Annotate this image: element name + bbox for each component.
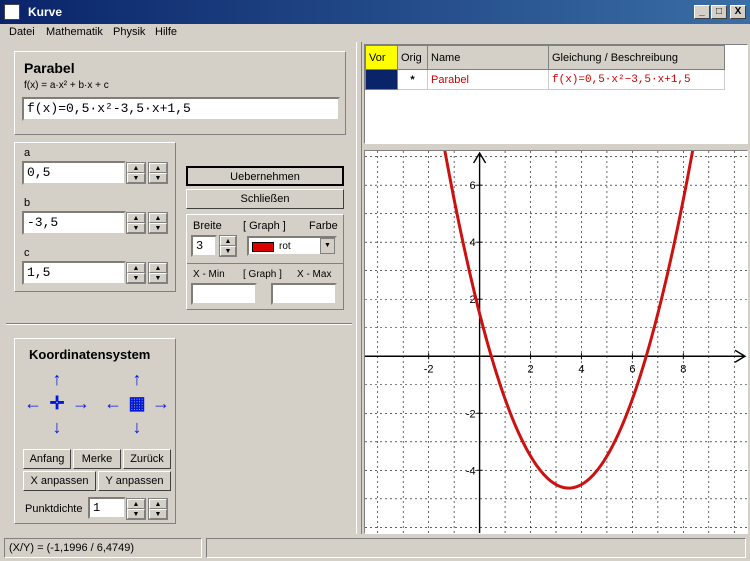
splitter[interactable]	[356, 42, 362, 534]
minimize-button[interactable]: _	[694, 5, 710, 19]
move-right-icon[interactable]: →	[71, 393, 91, 413]
param-b-spinner[interactable]: ▲ ▼	[126, 212, 146, 234]
x-fit-button[interactable]: X anpassen	[23, 471, 96, 491]
menu-mathematik[interactable]: Mathematik	[46, 26, 103, 38]
xmax-label: X - Max	[297, 269, 332, 280]
param-c-label: c	[24, 247, 30, 259]
cell-equation: f(x)=0,5·x²−3,5·x+1,5	[548, 69, 725, 90]
close-panel-button[interactable]: Schließen	[186, 189, 344, 209]
width-field[interactable]: 3	[191, 235, 217, 257]
status-coords: (X/Y) = (-1,1996 / 6,4749)	[9, 542, 135, 554]
color-value: rot	[279, 241, 291, 252]
param-c-spinner-2[interactable]: ▲ ▼	[148, 262, 168, 284]
width-spinner[interactable]: ▲ ▼	[219, 235, 237, 257]
color-label: Farbe	[309, 220, 338, 232]
zoom-left-icon[interactable]: ←	[103, 393, 123, 413]
move-left-icon[interactable]: ←	[23, 393, 43, 413]
menu-physik[interactable]: Physik	[113, 26, 145, 38]
x-tick-label: 4	[578, 363, 584, 375]
y-tick-label: 6	[469, 180, 475, 192]
cell-orig: *	[397, 69, 428, 90]
formula-hint: f(x) = a·x² + b·x + c	[24, 80, 109, 91]
y-fit-button[interactable]: Y anpassen	[98, 471, 171, 491]
xmax-field[interactable]	[271, 283, 337, 305]
menu-hilfe[interactable]: Hilfe	[155, 26, 177, 38]
width-label: Breite	[193, 220, 222, 232]
xmin-label: X - Min	[193, 269, 225, 280]
y-tick-label: 4	[469, 237, 475, 249]
param-c-spinner[interactable]: ▲ ▼	[126, 262, 146, 284]
graph-options-panel: Breite [ Graph ] Farbe 3 ▲ ▼ rot ▼ X - Mi…	[186, 214, 344, 310]
col-equation[interactable]: Gleichung / Beschreibung	[548, 45, 725, 70]
col-orig[interactable]: Orig	[397, 45, 428, 70]
menu-bar: Datei Mathematik Physik Hilfe	[0, 24, 750, 42]
cell-vor	[365, 69, 398, 90]
zoom-right-icon[interactable]: →	[151, 393, 171, 413]
function-table: Vor Orig Name Gleichung / Beschreibung *…	[364, 44, 748, 144]
density-spinner-2[interactable]: ▲ ▼	[148, 498, 168, 520]
cell-name: Parabel	[427, 69, 549, 90]
param-a-spinner[interactable]: ▲ ▼	[126, 162, 146, 184]
series-line-parabel	[438, 123, 699, 490]
x-tick-label: 8	[680, 363, 686, 375]
graph-label: [ Graph ]	[243, 220, 286, 232]
maximize-button[interactable]: □	[711, 5, 727, 19]
close-button[interactable]: X	[730, 5, 746, 19]
function-panel: Parabel f(x) = a·x² + b·x + c f(x)=0,5·x…	[14, 51, 346, 135]
dropdown-arrow-icon[interactable]: ▼	[320, 238, 335, 254]
param-a-spinner-2[interactable]: ▲ ▼	[148, 162, 168, 184]
menu-datei[interactable]: Datei	[9, 26, 35, 38]
param-b-label: b	[24, 197, 31, 209]
color-select[interactable]: rot ▼	[247, 236, 337, 256]
x-tick-label: 6	[629, 363, 635, 375]
col-name[interactable]: Name	[427, 45, 549, 70]
mark-button[interactable]: Merke	[73, 449, 121, 469]
status-panel-2	[206, 538, 746, 558]
grid-icon[interactable]: ▦	[127, 393, 147, 413]
density-field[interactable]: 1	[88, 497, 126, 519]
param-a-label: a	[24, 147, 31, 159]
back-button[interactable]: Zurück	[123, 449, 171, 469]
move-center-icon[interactable]: ✛	[47, 393, 67, 413]
xmin-field[interactable]	[191, 283, 257, 305]
plot-area[interactable]: -2 2 4 6 8 6 4 2 -2 -4	[364, 123, 748, 534]
col-vor[interactable]: Vor	[365, 45, 398, 70]
params-panel: a 0,5 ▲ ▼ ▲ ▼ b -3,5 ▲ ▼ ▲ ▼ c 1,5 ▲ ▼ ▲ ▼	[14, 142, 176, 292]
status-panel: (X/Y) = (-1,1996 / 6,4749)	[4, 538, 202, 558]
move-up-icon[interactable]: ↑	[47, 369, 67, 389]
equation-field[interactable]: f(x)=0,5·x²-3,5·x+1,5	[22, 97, 340, 121]
y-tick-label: -4	[466, 465, 476, 477]
density-label: Punktdichte	[25, 503, 83, 515]
y-tick-label: -2	[466, 408, 476, 420]
function-plot: -2 2 4 6 8642-2-4	[365, 123, 747, 533]
move-down-icon[interactable]: ↓	[47, 417, 67, 437]
coord-panel: Koordinatensystem ↑ ← ✛ → ↓ ↑ ← ▦ → ↓ An…	[14, 338, 176, 524]
start-button[interactable]: Anfang	[23, 449, 71, 469]
density-spinner[interactable]: ▲ ▼	[126, 498, 146, 520]
graph-label-2: [ Graph ]	[243, 269, 282, 280]
zoom-up-icon[interactable]: ↑	[127, 369, 147, 389]
param-b-spinner-2[interactable]: ▲ ▼	[148, 212, 168, 234]
window-title: Kurve	[28, 5, 63, 19]
param-c-field[interactable]: 1,5	[22, 261, 126, 285]
x-tick-label: 2	[527, 363, 533, 375]
x-tick-label: -2	[424, 363, 434, 375]
coord-title: Koordinatensystem	[29, 347, 151, 362]
zoom-down-icon[interactable]: ↓	[127, 417, 147, 437]
param-b-field[interactable]: -3,5	[22, 211, 126, 235]
color-swatch	[252, 242, 274, 252]
app-icon	[4, 4, 20, 20]
param-a-field[interactable]: 0,5	[22, 161, 126, 185]
title-bar: Kurve _ □ X	[0, 0, 750, 24]
apply-button[interactable]: Uebernehmen	[186, 166, 344, 186]
function-title: Parabel	[24, 60, 75, 76]
table-row[interactable]: * Parabel f(x)=0,5·x²−3,5·x+1,5	[365, 69, 725, 90]
